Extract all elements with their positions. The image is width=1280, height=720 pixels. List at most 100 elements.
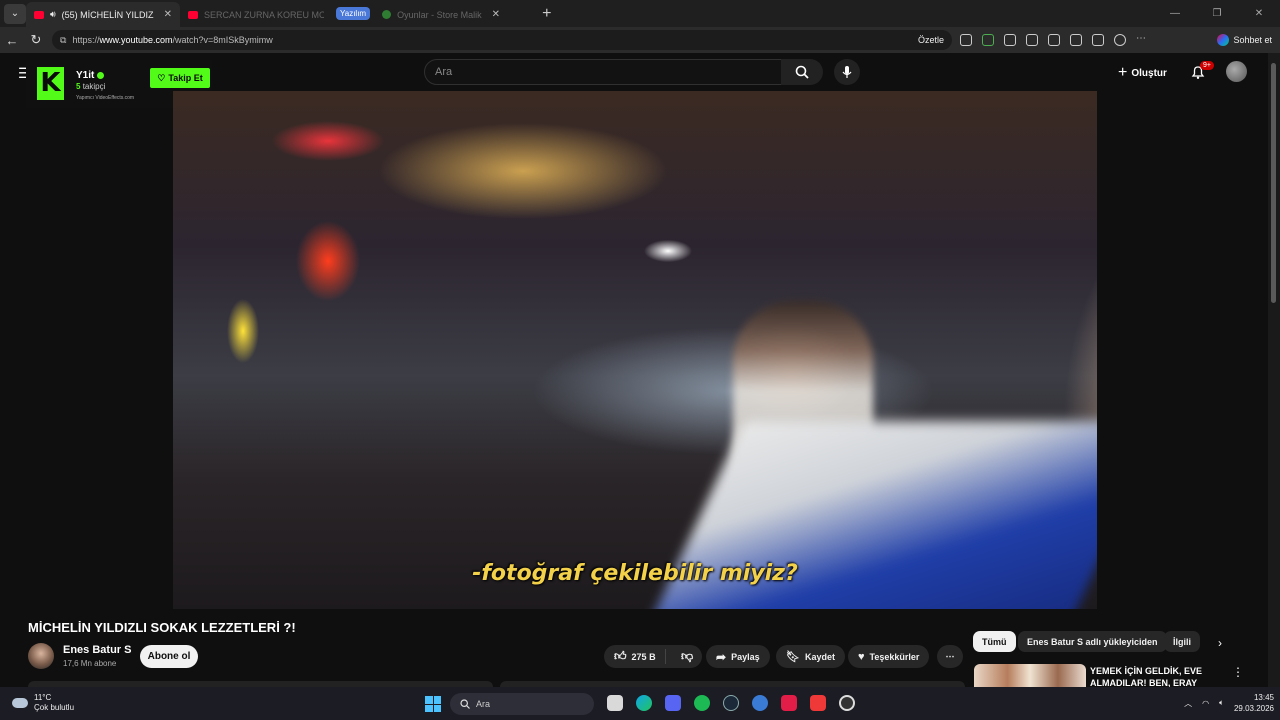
search-icon xyxy=(460,699,470,709)
temperature: 11°C xyxy=(34,693,52,702)
thanks-button[interactable]: ♥ Teşekkürler xyxy=(848,645,930,668)
vpn-globe-icon[interactable] xyxy=(752,695,768,711)
extension-icon[interactable] xyxy=(960,34,972,46)
share-button[interactable]: ➦ Paylaş xyxy=(706,645,770,668)
more-menu-icon[interactable]: ⋯ xyxy=(1136,34,1148,46)
tab-youtube-second[interactable]: SERCAN ZURNA KOREU MODEL S xyxy=(180,2,332,27)
volume-icon[interactable]: 🔈︎ xyxy=(1219,698,1224,708)
summarize-button[interactable]: Özetle xyxy=(918,35,944,45)
tab-store[interactable]: Oyunlar - Store Malik ✕ xyxy=(374,2,534,27)
favorites-icon[interactable] xyxy=(1048,34,1060,46)
weather-widget[interactable]: 11°C Çok bulutlu xyxy=(12,693,74,713)
cloud-icon xyxy=(12,698,28,708)
close-window-icon[interactable]: ✕ xyxy=(1238,8,1280,19)
super-thanks-icon: ♥ xyxy=(858,650,865,663)
back-icon[interactable]: ← xyxy=(0,33,24,48)
close-tab-icon[interactable]: ✕ xyxy=(492,9,500,20)
chip-from-uploader[interactable]: Enes Batur S adlı yükleyiciden xyxy=(1018,631,1167,652)
obs-icon[interactable] xyxy=(839,695,855,711)
dislike-button[interactable]: 👎︎ xyxy=(671,649,693,664)
copilot-icon xyxy=(1217,34,1230,46)
video-player[interactable]: -fotoğraf çekilebilir miyiz? xyxy=(173,91,1097,609)
more-actions-button[interactable]: ⋯ xyxy=(937,645,963,668)
tab-group-chip[interactable]: Yazılım xyxy=(336,7,371,20)
channel-name[interactable]: Enes Batur S xyxy=(63,644,131,656)
history-icon[interactable] xyxy=(1092,34,1104,46)
store-favicon-icon xyxy=(382,10,392,19)
subscriber-count: 17,6 Mn abone xyxy=(63,659,117,668)
create-button[interactable]: + Oluştur xyxy=(1118,64,1167,82)
copilot-chat-button[interactable]: Sohbet et xyxy=(1217,34,1272,46)
overlay-followers: 5 takipçi xyxy=(76,82,106,91)
like-button[interactable]: 👍︎ 275 B xyxy=(604,649,666,664)
url-field[interactable]: ⧉ https://www.youtube.com/watch?v=8mISkB… xyxy=(52,30,952,50)
site-info-icon[interactable]: ⧉ xyxy=(60,35,66,46)
recommended-video-title[interactable]: YEMEK İÇİN GELDİK, EVE ALMADILAR! BEN, E… xyxy=(1090,665,1220,687)
share-arrow-icon: ➦ xyxy=(716,649,727,664)
thumbs-up-icon: 👍︎ xyxy=(614,649,627,663)
overlay-follow-button: ♡ Takip Et xyxy=(150,68,210,88)
save-button[interactable]: 🔖︎ Kaydet xyxy=(776,645,845,668)
steam-icon[interactable] xyxy=(723,695,739,711)
chip-related[interactable]: İlgili xyxy=(1164,631,1200,652)
plus-icon: + xyxy=(1118,64,1128,81)
overlay-credit: Yapımcı VideoEffects.com xyxy=(76,95,135,101)
tab-actions-menu-button[interactable]: ⌄ xyxy=(4,3,26,24)
chevron-up-icon[interactable]: ︿ xyxy=(1184,698,1192,709)
search-button[interactable] xyxy=(781,59,823,85)
tab-youtube-active[interactable]: 🔊︎ (55) MİCHELİN YILDIZLI SOKAK ✕ xyxy=(26,2,180,27)
close-tab-icon[interactable]: ✕ xyxy=(164,9,172,20)
extensions-puzzle-icon[interactable] xyxy=(1004,34,1016,46)
taskbar-search[interactable]: Ara xyxy=(450,693,594,715)
tab-title: SERCAN ZURNA KOREU MODEL S xyxy=(204,9,324,20)
kebab-menu-icon[interactable]: ⋮ xyxy=(1232,665,1244,679)
edge-icon[interactable] xyxy=(636,695,652,711)
minimize-icon[interactable]: — xyxy=(1154,8,1196,19)
taskbar-search-label: Ara xyxy=(476,699,491,709)
notifications-badge: 9+ xyxy=(1200,61,1214,70)
verified-icon xyxy=(97,72,105,79)
page-scrollbar[interactable] xyxy=(1268,53,1280,687)
new-tab-button[interactable]: + xyxy=(542,5,551,23)
split-screen-icon[interactable] xyxy=(1026,34,1038,46)
profile-avatar-icon[interactable] xyxy=(1114,34,1126,46)
chip-all[interactable]: Tümü xyxy=(973,631,1016,652)
search-input[interactable]: Ara xyxy=(424,59,782,85)
extension-icons: ⋯ xyxy=(960,34,1148,46)
channel-avatar[interactable] xyxy=(28,643,54,669)
chevron-right-icon[interactable]: › xyxy=(1218,636,1222,650)
reload-icon[interactable]: ↻ xyxy=(24,32,48,48)
account-avatar[interactable] xyxy=(1226,61,1247,82)
microphone-icon xyxy=(842,66,852,78)
bookmark-star-icon[interactable] xyxy=(982,34,994,46)
chat-label: Sohbet et xyxy=(1233,35,1272,45)
spotify-icon[interactable] xyxy=(694,695,710,711)
like-dislike-group: 👍︎ 275 B 👎︎ xyxy=(604,645,702,668)
like-count: 275 B xyxy=(631,651,656,662)
maximize-icon[interactable]: ❐ xyxy=(1196,8,1238,19)
search-icon xyxy=(795,65,809,79)
overlay-channel-name: Y1it xyxy=(76,70,105,81)
thumbs-down-icon: 👎︎ xyxy=(681,649,694,663)
vivaldi-icon[interactable] xyxy=(810,695,826,711)
subscribe-button[interactable]: Abone ol xyxy=(140,645,198,668)
clock[interactable]: 13:45 29.03.2026 xyxy=(1234,692,1274,714)
share-label: Paylaş xyxy=(731,651,760,662)
recommended-video-thumbnail[interactable] xyxy=(974,664,1086,688)
scrollbar-thumb[interactable] xyxy=(1271,63,1276,303)
wifi-icon[interactable]: ◠ xyxy=(1202,699,1209,708)
task-view-icon[interactable] xyxy=(607,695,623,711)
speaker-icon[interactable]: 🔊︎ xyxy=(50,9,56,20)
windows-taskbar: 11°C Çok bulutlu Ara ︿ ◠ 🔈︎ 13:45 29.03.2… xyxy=(0,687,1280,720)
voice-search-button[interactable] xyxy=(834,59,860,85)
red-app-icon[interactable] xyxy=(781,695,797,711)
video-subtitle: -fotoğraf çekilebilir miyiz? xyxy=(472,561,798,586)
collections-icon[interactable] xyxy=(1070,34,1082,46)
start-windows-icon[interactable] xyxy=(425,696,441,712)
create-label: Oluştur xyxy=(1131,67,1167,79)
video-title: MİCHELİN YILDIZLI SOKAK LEZZETLERİ ?! xyxy=(28,620,296,635)
youtube-favicon-icon xyxy=(34,10,44,19)
kick-logo: K xyxy=(37,67,64,100)
discord-icon[interactable] xyxy=(665,695,681,711)
browser-address-bar: ← ↻ ⧉ https://www.youtube.com/watch?v=8m… xyxy=(0,27,1280,53)
